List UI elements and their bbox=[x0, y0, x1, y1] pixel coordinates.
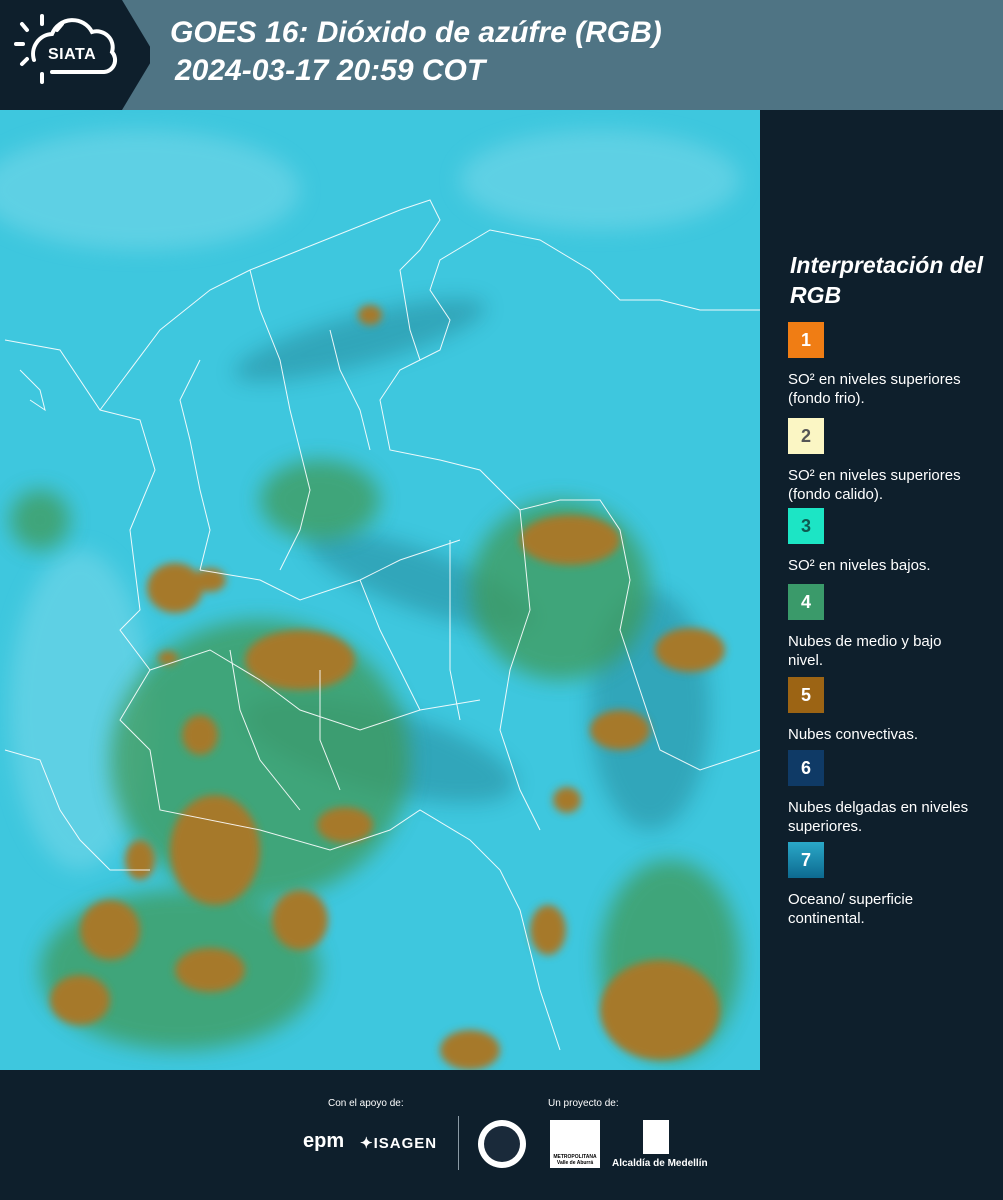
legend-item-3: 3 SO² en niveles bajos. bbox=[788, 508, 988, 575]
isagen-label: ISAGEN bbox=[373, 1135, 438, 1152]
legend-item-7: 7 Oceano/ superficie continental. bbox=[788, 842, 988, 928]
isagen-icon: ✦ bbox=[360, 1135, 374, 1152]
legend-number: 3 bbox=[800, 515, 811, 536]
alcaldia-logo-text[interactable]: Alcaldía de Medellín bbox=[612, 1158, 708, 1169]
legend-number: 4 bbox=[800, 591, 811, 612]
legend-number: 7 bbox=[800, 849, 811, 870]
support-label: Con el apoyo de: bbox=[328, 1098, 404, 1109]
legend-swatch-5: 5 bbox=[788, 677, 824, 713]
map-image bbox=[0, 110, 760, 1070]
legend-swatch-6: 6 bbox=[788, 750, 824, 786]
area-metropolitana-logo[interactable]: METROPOLITANA Valle de Aburrá bbox=[550, 1120, 600, 1168]
footer: Con el apoyo de: Un proyecto de: epm ✦IS… bbox=[0, 1070, 1003, 1200]
legend-label: Nubes delgadas en niveles superiores. bbox=[788, 799, 969, 835]
isagen-logo[interactable]: ✦ISAGEN bbox=[360, 1134, 437, 1152]
legend-swatch-3: 3 bbox=[788, 508, 824, 544]
siata-logo[interactable]: SIATA bbox=[0, 0, 150, 110]
alcaldia-shield-icon bbox=[643, 1120, 669, 1154]
legend-swatch-7: 7 bbox=[788, 842, 824, 878]
legend-item-6: 6 Nubes delgadas en niveles superiores. bbox=[788, 750, 988, 836]
legend-item-4: 4 Nubes de medio y bajo nivel. bbox=[788, 584, 988, 670]
legend-item-2: 2 SO² en niveles superiores (fondo calid… bbox=[788, 418, 988, 504]
legend-number: 5 bbox=[800, 684, 811, 705]
legend-label: Oceano/ superficie continental. bbox=[788, 891, 914, 927]
logo-text: SIATA bbox=[48, 46, 97, 63]
legend-panel: Interpretación del RGB 1 SO² en niveles … bbox=[760, 110, 1003, 1070]
area-logo-text: METROPOLITANA Valle de Aburrá bbox=[553, 1154, 597, 1166]
satellite-map[interactable] bbox=[0, 110, 760, 1070]
footer-divider bbox=[458, 1116, 459, 1170]
legend-title: Interpretación del RGB bbox=[790, 252, 983, 308]
medellin-seal-logo[interactable] bbox=[478, 1120, 526, 1168]
legend-item-5: 5 Nubes convectivas. bbox=[788, 677, 988, 744]
legend-label: Nubes convectivas. bbox=[788, 726, 919, 743]
seal-icon bbox=[484, 1126, 520, 1162]
epm-logo[interactable]: epm bbox=[303, 1130, 344, 1153]
page-title: GOES 16: Dióxido de azúfre (RGB) bbox=[170, 16, 662, 49]
legend-label: Nubes de medio y bajo nivel. bbox=[788, 633, 942, 669]
legend-swatch-2: 2 bbox=[788, 418, 824, 454]
legend-swatch-4: 4 bbox=[788, 584, 824, 620]
legend-label: SO² en niveles bajos. bbox=[788, 557, 931, 574]
legend-item-1: 1 SO² en niveles superiores (fondo frio)… bbox=[788, 322, 988, 408]
legend-label: SO² en niveles superiores (fondo calido)… bbox=[788, 467, 961, 503]
header-bar: SIATA GOES 16: Dióxido de azúfre (RGB) 2… bbox=[0, 0, 1003, 110]
legend-label: SO² en niveles superiores (fondo frio). bbox=[788, 371, 961, 407]
project-label: Un proyecto de: bbox=[548, 1098, 619, 1109]
legend-number: 6 bbox=[800, 757, 811, 778]
legend-swatch-1: 1 bbox=[788, 322, 824, 358]
timestamp: 2024-03-17 20:59 COT bbox=[175, 54, 486, 87]
legend-number: 2 bbox=[800, 425, 811, 446]
legend-number: 1 bbox=[800, 329, 811, 350]
